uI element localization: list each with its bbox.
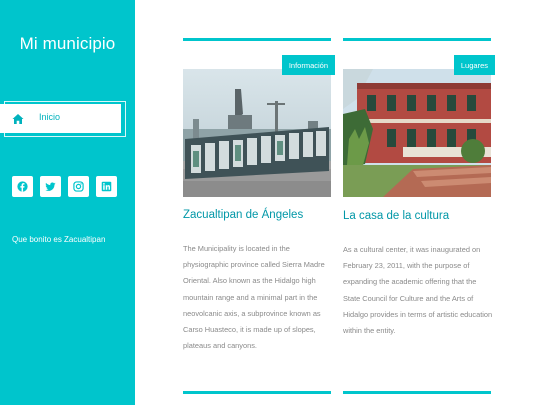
twitter-icon [45,182,56,191]
post-title[interactable]: Zacualtipan de Ángeles [183,209,303,221]
post-image-casa-cultura[interactable] [343,69,491,197]
post-excerpt: The Municipality is located in the physi… [183,244,325,351]
category-badge[interactable]: Información [281,55,335,75]
post-image-zacualtipan[interactable] [183,69,331,197]
linkedin-icon [101,181,112,192]
post-excerpt: As a cultural center, it was inaugurated… [343,245,493,336]
social-links [12,176,117,197]
instagram-button[interactable] [68,176,89,197]
twitter-button[interactable] [40,176,61,197]
site-tagline: Que bonito es Zacualtipan [12,235,106,244]
nav-item-inicio[interactable]: Inicio [0,104,121,133]
category-badge[interactable]: Lugares [453,55,495,75]
home-icon [12,112,24,124]
post-card: Información Zacualtipan de Ángeles The M… [183,38,335,394]
nav-item-label: Inicio [39,112,61,122]
card-bottom-border [183,391,331,394]
card-top-border [183,38,331,41]
instagram-icon [73,181,84,192]
post-card: Lugares La casa de la cultura As a cultu… [343,38,495,394]
site-title[interactable]: Mi municipio [0,34,135,54]
linkedin-button[interactable] [96,176,117,197]
post-title[interactable]: La casa de la cultura [343,210,449,222]
card-top-border [343,38,491,41]
sidebar: Mi municipio Inicio Que bonito es Zacual… [0,0,135,405]
card-bottom-border [343,391,491,394]
facebook-button[interactable] [12,176,33,197]
facebook-icon [17,181,28,192]
